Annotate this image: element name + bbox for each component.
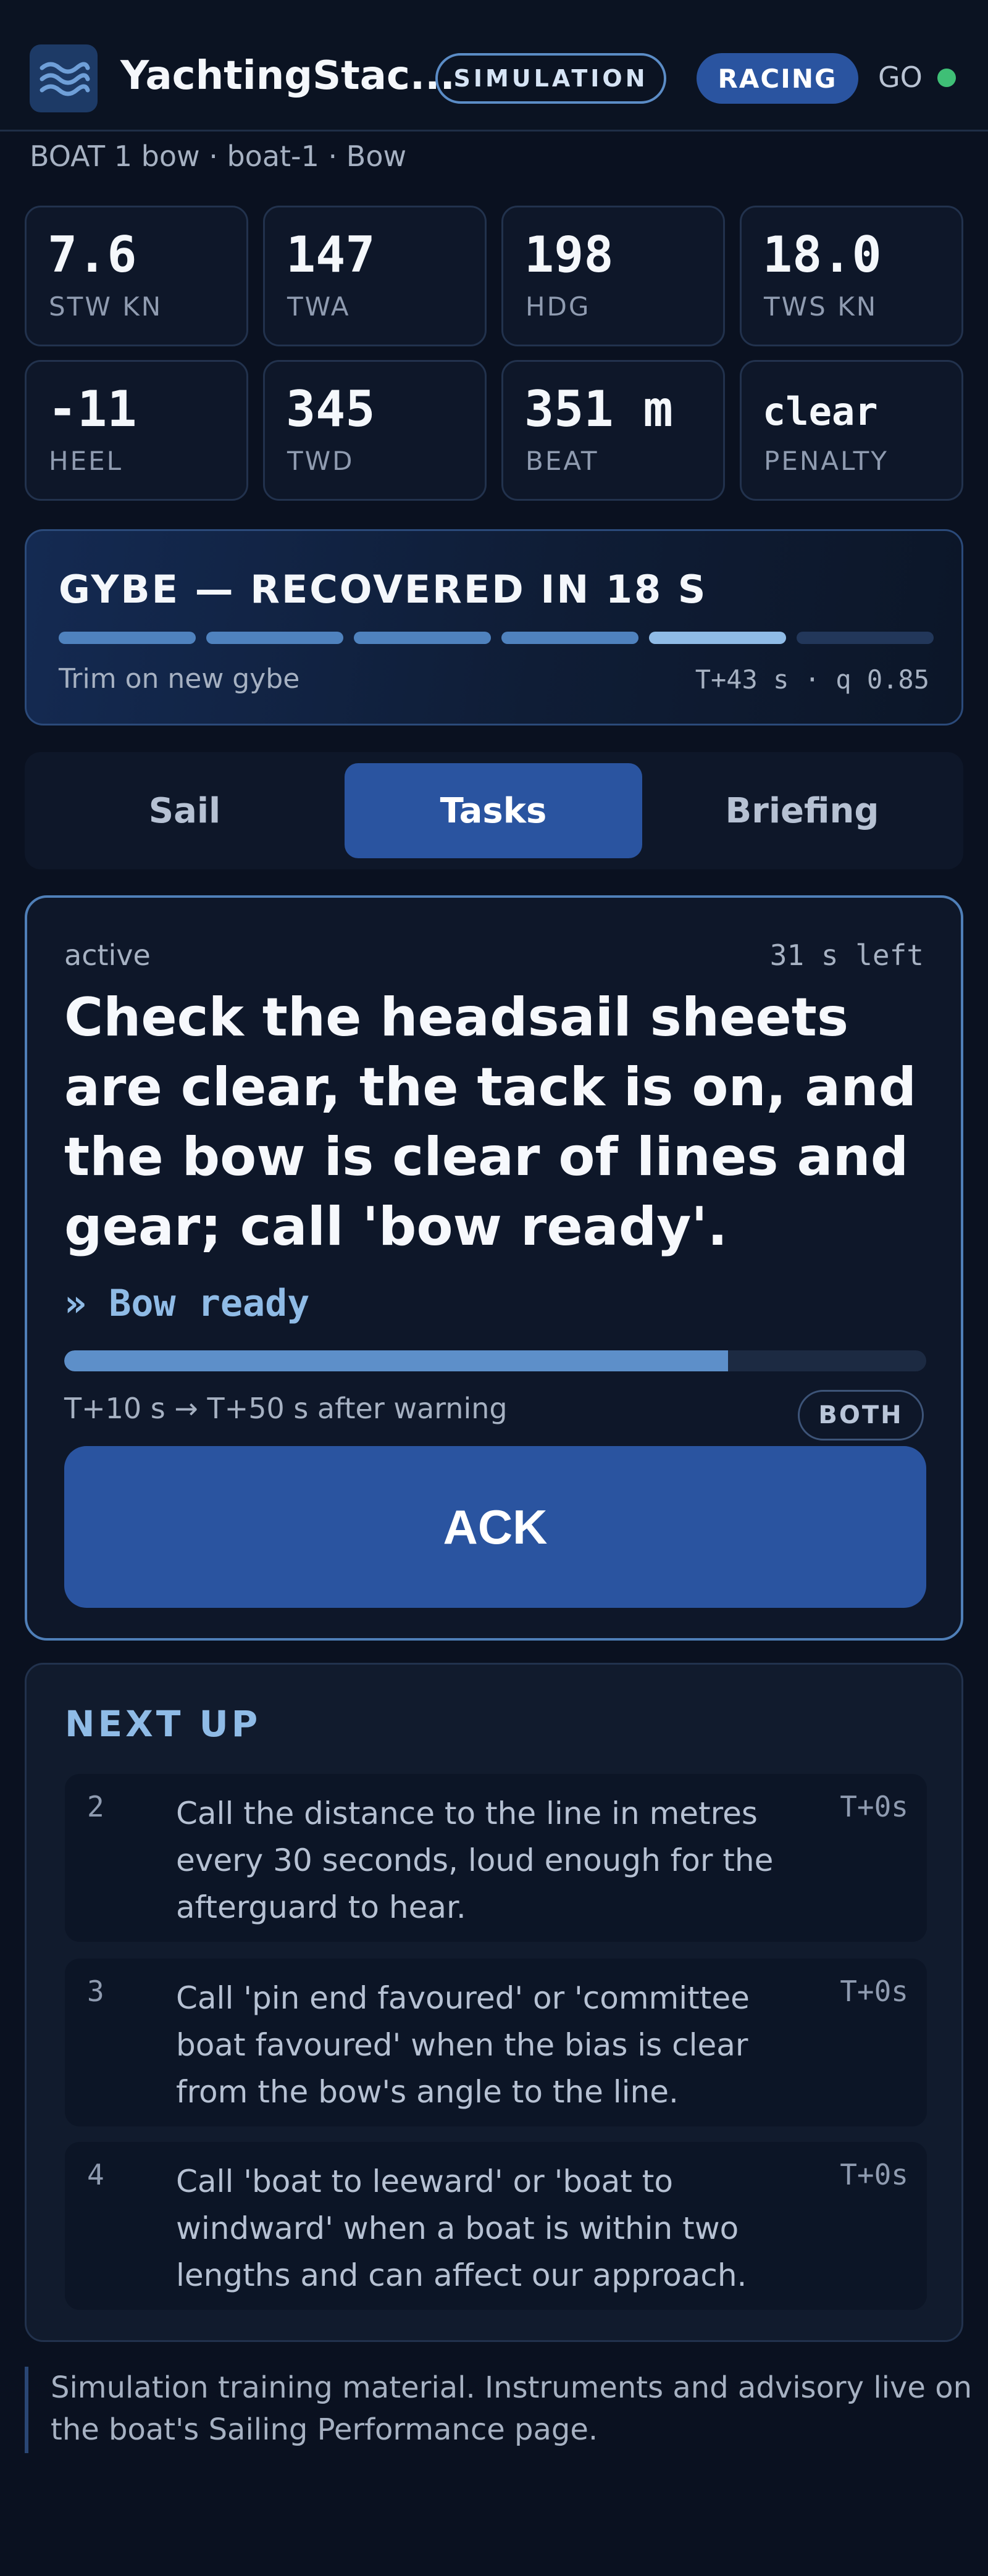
waves-logo-icon[interactable]	[30, 44, 98, 112]
stat-value: 198	[524, 226, 614, 283]
stat-value: clear	[763, 389, 878, 434]
item-text: Call 'boat to leeward' or 'boat to windw…	[176, 2164, 747, 2293]
item-number: 3	[87, 1975, 104, 2008]
task-progress-bar	[64, 1350, 926, 1371]
stat-value: -11	[48, 380, 137, 438]
recovery-segment	[797, 632, 934, 644]
banner-subtitle: Trim on new gybe	[59, 663, 300, 695]
task-time-left: 31 s left	[769, 939, 924, 972]
stat-label: HEEL	[49, 446, 124, 476]
stat-card-stw: 7.6 STW KN	[25, 206, 248, 346]
stat-card-beat: 351 m BEAT	[501, 360, 725, 501]
app-title: YachtingStac...	[120, 53, 455, 99]
item-time: T+0s	[840, 2158, 908, 2191]
recovery-segment	[206, 632, 343, 644]
active-task-card: active 31 s left Check the headsail shee…	[25, 895, 963, 1641]
stat-card-twd: 345 TWD	[263, 360, 487, 501]
stat-value: 7.6	[48, 226, 137, 283]
go-label: GO	[878, 61, 923, 94]
item-text: Call the distance to the line in metres …	[176, 1796, 774, 1925]
tab-bar: Sail Tasks Briefing	[25, 752, 963, 869]
stat-label: TWS KN	[764, 291, 878, 322]
next-up-title: NEXT UP	[65, 1703, 261, 1745]
recovery-segment	[59, 632, 196, 644]
connection-status-dot-icon	[937, 69, 956, 87]
stat-card-twa: 147 TWA	[263, 206, 487, 346]
item-time: T+0s	[840, 1790, 908, 1823]
banner-title: GYBE — RECOVERED IN 18 S	[59, 567, 708, 612]
task-callout: » Bow ready	[64, 1282, 310, 1325]
item-text: Call 'pin end favoured' or 'committee bo…	[176, 1980, 750, 2110]
stat-label: PENALTY	[764, 446, 889, 476]
stat-card-tws: 18.0 TWS KN	[740, 206, 963, 346]
app-header: YachtingStac... SIMULATION RACING GO	[0, 0, 988, 132]
scope-badge: BOTH	[798, 1390, 924, 1441]
stat-value: 147	[286, 226, 375, 283]
footer-note: Simulation training material. Instrument…	[25, 2367, 976, 2453]
stat-label: HDG	[525, 291, 591, 322]
stat-card-hdg: 198 HDG	[501, 206, 725, 346]
item-time: T+0s	[840, 1975, 908, 2008]
list-item: 3 Call 'pin end favoured' or 'committee …	[65, 1959, 927, 2126]
recovery-segment	[649, 632, 786, 644]
task-status: active	[64, 939, 151, 972]
list-item: 2 Call the distance to the line in metre…	[65, 1774, 927, 1942]
simulation-badge: SIMULATION	[435, 53, 666, 104]
stat-label: TWD	[287, 446, 354, 476]
tab-briefing[interactable]: Briefing	[653, 763, 951, 858]
recovery-segment	[354, 632, 491, 644]
banner-meta: T+43 s · q 0.85	[695, 664, 929, 695]
breadcrumb: BOAT 1 bow · boat-1 · Bow	[30, 140, 407, 173]
stat-card-heel: -11 HEEL	[25, 360, 248, 501]
item-number: 4	[87, 2158, 104, 2191]
tab-tasks[interactable]: Tasks	[345, 763, 642, 858]
stat-label: BEAT	[525, 446, 599, 476]
stat-label: TWA	[287, 291, 351, 322]
recovery-segment	[501, 632, 638, 644]
stat-card-penalty: clear PENALTY	[740, 360, 963, 501]
task-instruction: Check the headsail sheets are clear, the…	[64, 987, 917, 1258]
item-number: 2	[87, 1790, 104, 1823]
racing-status-pill[interactable]: RACING	[697, 53, 858, 104]
ack-button[interactable]: ACK	[64, 1446, 926, 1608]
maneuver-banner: GYBE — RECOVERED IN 18 S Trim on new gyb…	[25, 529, 963, 726]
stat-label: STW KN	[49, 291, 163, 322]
stat-value: 18.0	[763, 226, 882, 283]
task-progress-fill	[64, 1350, 728, 1371]
tab-sail[interactable]: Sail	[36, 763, 333, 858]
list-item: 4 Call 'boat to leeward' or 'boat to win…	[65, 2142, 927, 2310]
stat-value: 345	[286, 380, 375, 438]
task-window: T+10 s → T+50 s after warning	[64, 1392, 508, 1425]
stat-value: 351 m	[524, 380, 673, 438]
next-up-panel: NEXT UP 2 Call the distance to the line …	[25, 1663, 963, 2342]
